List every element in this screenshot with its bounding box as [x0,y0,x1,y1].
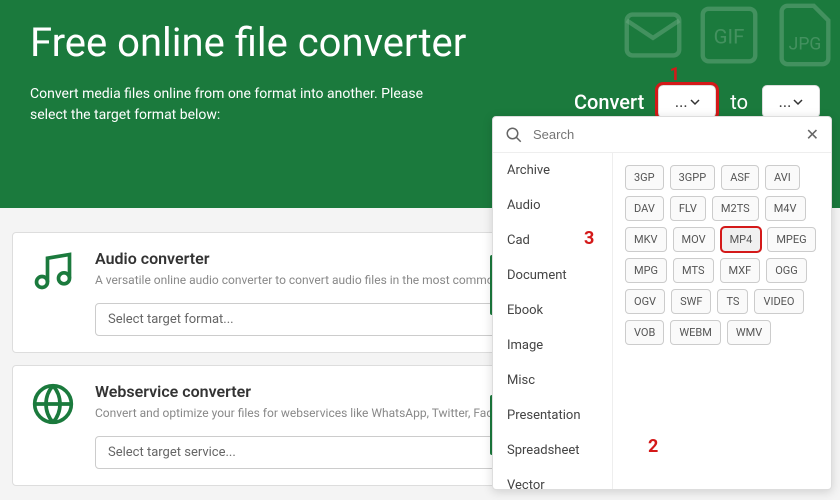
annotation-3: 3 [584,228,594,249]
category-list: ArchiveAudioCadDocumentEbookImageMiscPre… [493,153,613,489]
select-placeholder: Select target format... [108,312,234,327]
dropdown-header: ✕ [493,117,831,153]
category-item-archive[interactable]: Archive [493,153,612,188]
format-webm[interactable]: WEBM [670,320,720,345]
format-m4v[interactable]: M4V [765,196,806,221]
format-wmv[interactable]: WMV [727,320,771,345]
format-ogv[interactable]: OGV [625,289,665,314]
format-mpeg[interactable]: MPEG [767,227,815,252]
category-item-image[interactable]: Image [493,328,612,363]
format-mkv[interactable]: MKV [625,227,667,252]
gif-icon: GIF [694,0,764,70]
format-mp4[interactable]: MP4 [721,227,762,252]
format-mxf[interactable]: MXF [720,258,761,283]
category-item-misc[interactable]: Misc [493,363,612,398]
format-mov[interactable]: MOV [673,227,715,252]
jpg-icon: JPG [770,0,840,70]
convert-label: Convert [574,90,644,114]
format-3gp[interactable]: 3GP [625,165,664,190]
to-label: to [730,90,748,114]
mail-icon [618,0,688,70]
format-flv[interactable]: FLV [670,196,706,221]
search-icon [505,126,523,144]
format-avi[interactable]: AVI [765,165,800,190]
format-dav[interactable]: DAV [625,196,664,221]
card-title: Webservice converter [95,382,251,401]
svg-text:GIF: GIF [714,25,745,49]
chevron-down-icon [690,97,700,107]
category-item-document[interactable]: Document [493,258,612,293]
category-item-spreadsheet[interactable]: Spreadsheet [493,433,612,468]
decorative-icons: GIF JPG [618,0,840,70]
from-format-value: ... [675,92,688,111]
to-format-select[interactable]: ... [762,85,820,118]
card-title: Audio converter [95,249,209,268]
format-asf[interactable]: ASF [721,165,759,190]
svg-text:JPG: JPG [789,35,822,55]
to-format-value: ... [779,92,792,111]
format-3gpp[interactable]: 3GPP [670,165,716,190]
format-video[interactable]: VIDEO [754,289,803,314]
category-item-ebook[interactable]: Ebook [493,293,612,328]
format-mts[interactable]: MTS [673,258,713,283]
format-m2ts[interactable]: M2TS [712,196,759,221]
category-item-presentation[interactable]: Presentation [493,398,612,433]
chevron-down-icon [793,97,803,107]
format-swf[interactable]: SWF [671,289,711,314]
globe-icon [31,382,75,426]
annotation-2: 2 [648,436,658,457]
select-placeholder: Select target service... [108,445,236,460]
format-vob[interactable]: VOB [625,320,664,345]
category-item-audio[interactable]: Audio [493,188,612,223]
page-description: Convert media files online from one form… [30,84,430,126]
format-grid: 3GP3GPPASFAVIDAVFLVM2TSM4VMKVMOVMP4MPEGM… [613,153,831,489]
search-input[interactable] [533,127,796,142]
format-ogg[interactable]: OGG [766,258,807,283]
music-icon [31,249,75,293]
close-icon[interactable]: ✕ [806,125,819,144]
annotation-1: 1 [670,64,680,85]
from-format-select[interactable]: ... [658,85,716,118]
format-dropdown: ✕ ArchiveAudioCadDocumentEbookImageMiscP… [492,116,832,490]
format-mpg[interactable]: MPG [625,258,667,283]
convert-bar: Convert ... to ... [574,85,820,118]
category-item-vector[interactable]: Vector [493,468,612,489]
format-ts[interactable]: TS [717,289,748,314]
